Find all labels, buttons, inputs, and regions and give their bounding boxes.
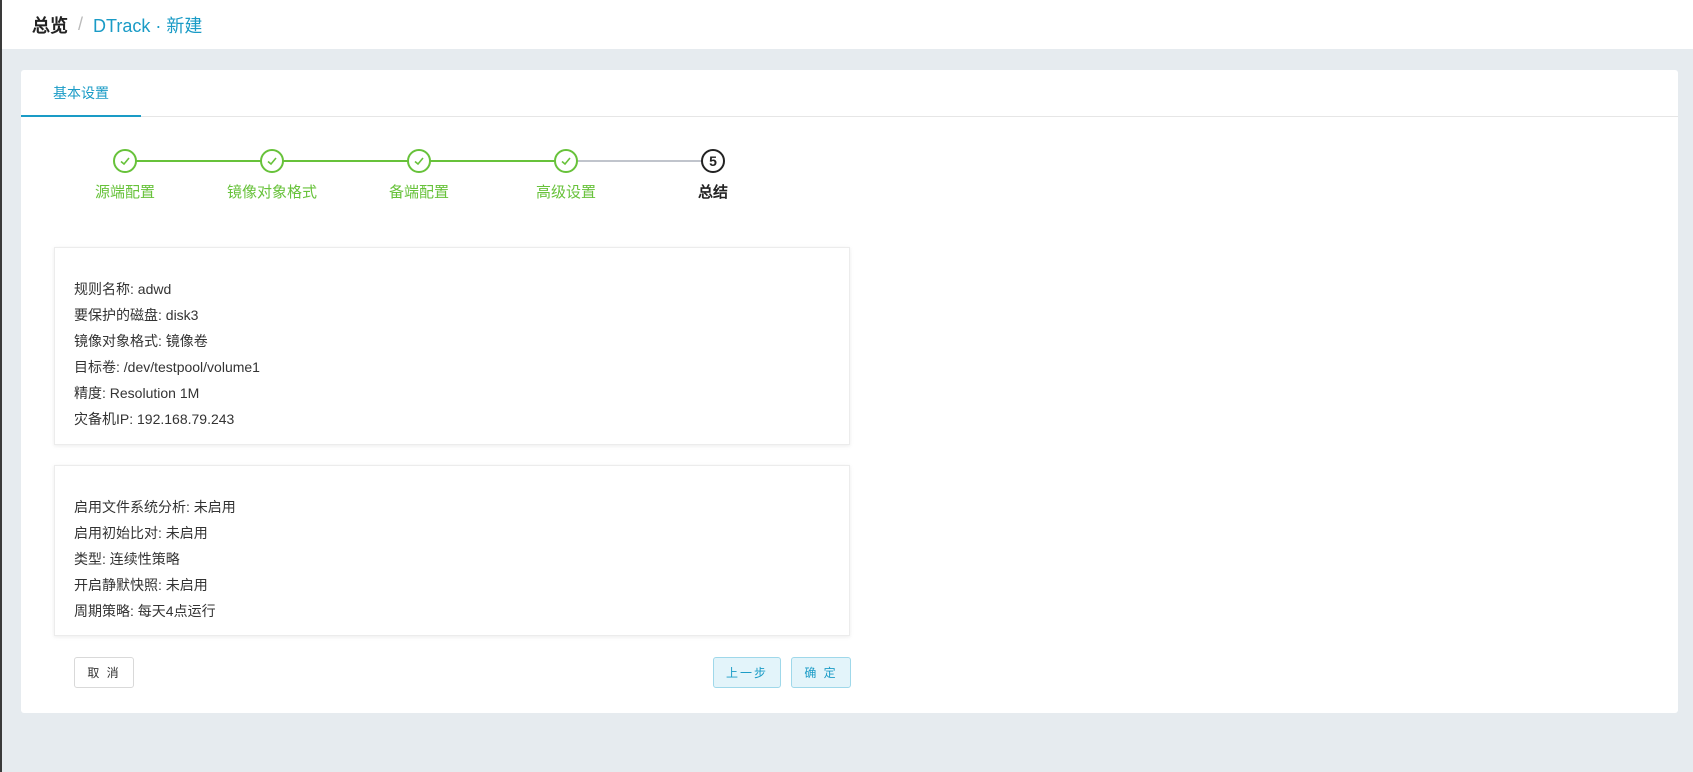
- step-label: 备端配置: [388, 184, 449, 201]
- top-header: 总览 / DTrack · 新建: [2, 0, 1693, 49]
- step-advanced-settings: 高级设置: [506, 147, 626, 202]
- breadcrumb-separator: /: [78, 14, 84, 34]
- step-label: 高级设置: [535, 184, 596, 201]
- summary-fs-analysis: 启用文件系统分析: 未启用: [74, 499, 236, 515]
- tab-bar: 基本设置: [21, 70, 1678, 117]
- wizard-steps: 源端配置 镜像对象格式 备端配置 高级设置 5 总结: [21, 147, 841, 217]
- summary-schedule: 周期策略: 每天4点运行: [74, 603, 216, 619]
- tab-basic-settings[interactable]: 基本设置: [21, 70, 141, 117]
- step-summary: 5 总结: [653, 147, 773, 202]
- step-number: 5: [709, 153, 717, 169]
- breadcrumb-home[interactable]: 总览: [32, 12, 68, 38]
- step-target-config: 备端配置: [359, 147, 479, 202]
- summary-quiesce-snapshot: 开启静默快照: 未启用: [74, 577, 208, 593]
- summary-rule-name: 规则名称: adwd: [74, 281, 172, 297]
- main-panel: 基本设置 源端配置 镜像对象格式 备端配置 高级设置 5 总结 规则名称: ad…: [21, 70, 1678, 713]
- previous-step-button[interactable]: 上一步: [713, 657, 781, 688]
- summary-basic-card: 规则名称: adwd 要保护的磁盘: disk3 镜像对象格式: 镜像卷 目标卷…: [54, 247, 850, 445]
- step-source-config: 源端配置: [65, 147, 185, 202]
- summary-target-volume: 目标卷: /dev/testpool/volume1: [74, 359, 260, 375]
- step-number-icon: 5: [701, 149, 725, 173]
- check-icon: [260, 149, 284, 173]
- step-image-format: 镜像对象格式: [212, 147, 332, 202]
- step-label: 源端配置: [94, 184, 155, 201]
- check-icon: [113, 149, 137, 173]
- check-icon: [554, 149, 578, 173]
- breadcrumb-current: DTrack · 新建: [93, 15, 203, 36]
- check-icon: [407, 149, 431, 173]
- step-label: 总结: [697, 184, 728, 201]
- summary-initial-compare: 启用初始比对: 未启用: [74, 525, 208, 541]
- summary-advanced-card: 启用文件系统分析: 未启用 启用初始比对: 未启用 类型: 连续性策略 开启静默…: [54, 465, 850, 636]
- step-label: 镜像对象格式: [226, 184, 317, 201]
- summary-image-format: 镜像对象格式: 镜像卷: [74, 333, 208, 349]
- summary-type: 类型: 连续性策略: [74, 551, 180, 567]
- summary-backup-ip: 灾备机IP: 192.168.79.243: [74, 411, 235, 427]
- summary-protected-disk: 要保护的磁盘: disk3: [74, 307, 199, 323]
- cancel-button[interactable]: 取 消: [74, 657, 134, 688]
- summary-resolution: 精度: Resolution 1M: [74, 385, 200, 401]
- confirm-button[interactable]: 确 定: [791, 657, 851, 688]
